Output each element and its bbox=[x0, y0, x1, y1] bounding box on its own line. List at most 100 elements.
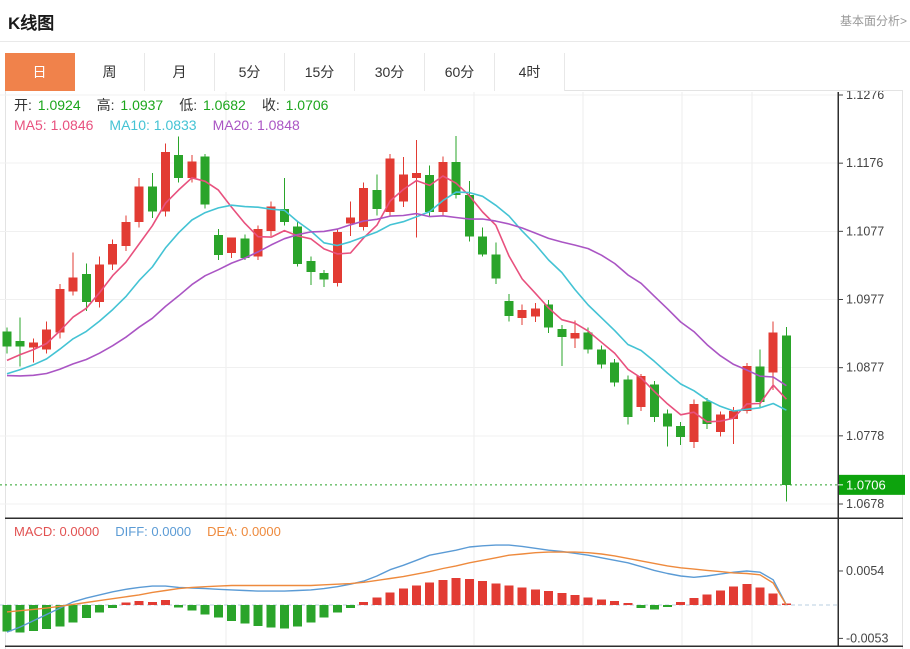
macd-bar bbox=[623, 603, 632, 605]
candle bbox=[187, 161, 196, 177]
legend-ohlc-item: 开: 1.0924 bbox=[14, 97, 81, 113]
candle bbox=[597, 349, 606, 364]
macd-bar bbox=[610, 601, 619, 605]
candle bbox=[782, 336, 791, 485]
macd-bar bbox=[452, 578, 461, 605]
macd-bar bbox=[148, 602, 157, 605]
candle bbox=[438, 162, 447, 212]
macd-bar bbox=[465, 579, 474, 605]
candle bbox=[174, 155, 183, 178]
candle bbox=[531, 308, 540, 316]
legend-ma-item: MA10: 1.0833 bbox=[109, 117, 196, 133]
legend-macd-item: DIFF: 0.0000 bbox=[115, 524, 191, 539]
price-axis-label: 1.0778 bbox=[846, 429, 884, 443]
tab-5分[interactable]: 5分 bbox=[215, 53, 285, 91]
price-axis-label: 1.1077 bbox=[846, 224, 884, 238]
candle bbox=[623, 380, 632, 418]
candle bbox=[769, 332, 778, 372]
macd-bar bbox=[95, 605, 104, 613]
candle bbox=[306, 261, 315, 272]
candle bbox=[676, 426, 685, 437]
macd-bar bbox=[399, 589, 408, 605]
macd-bar bbox=[386, 592, 395, 605]
macd-bar bbox=[504, 585, 513, 605]
candle bbox=[452, 162, 461, 195]
legend-ohlc-item: 收: 1.0706 bbox=[262, 97, 329, 113]
macd-bar bbox=[597, 599, 606, 605]
candle bbox=[386, 159, 395, 212]
macd-bar bbox=[69, 605, 78, 623]
macd-bar bbox=[253, 605, 262, 626]
macd-bar bbox=[227, 605, 236, 621]
legend-macd-item: MACD: 0.0000 bbox=[14, 524, 99, 539]
tab-4时[interactable]: 4时 bbox=[495, 53, 565, 91]
price-axis-label: 1.1176 bbox=[846, 156, 883, 170]
macd-bar bbox=[755, 587, 764, 605]
macd-bar bbox=[82, 605, 91, 618]
macd-bar bbox=[663, 605, 672, 607]
candle bbox=[3, 332, 12, 347]
diff-line bbox=[7, 545, 786, 632]
candle bbox=[372, 190, 381, 209]
candle bbox=[571, 333, 580, 338]
macd-bar bbox=[571, 595, 580, 605]
candle bbox=[412, 173, 421, 178]
legend-macd-item: DEA: 0.0000 bbox=[207, 524, 281, 539]
tab-日[interactable]: 日 bbox=[5, 53, 75, 91]
tab-60分[interactable]: 60分 bbox=[425, 53, 495, 91]
candle bbox=[703, 401, 712, 424]
macd-axis-label: -0.0053 bbox=[846, 631, 888, 645]
macd-bar bbox=[108, 605, 117, 608]
candle bbox=[491, 254, 500, 278]
macd-bar bbox=[729, 587, 738, 605]
macd-bar bbox=[306, 605, 315, 623]
tab-周[interactable]: 周 bbox=[75, 53, 145, 91]
candle bbox=[148, 187, 157, 212]
macd-bar bbox=[201, 605, 210, 614]
candle bbox=[518, 310, 527, 318]
macd-bar bbox=[491, 584, 500, 605]
tab-30分[interactable]: 30分 bbox=[355, 53, 425, 91]
macd-bar bbox=[716, 591, 725, 605]
candle bbox=[425, 175, 434, 212]
price-axis-label: 1.0977 bbox=[846, 293, 884, 307]
macd-axis: 0.0054-0.0053 bbox=[838, 564, 888, 645]
macd-bar bbox=[425, 582, 434, 605]
macd-bar bbox=[676, 602, 685, 605]
macd-bar bbox=[544, 591, 553, 605]
tab-月[interactable]: 月 bbox=[145, 53, 215, 91]
candle bbox=[478, 237, 487, 255]
candle bbox=[108, 244, 117, 265]
candle bbox=[689, 404, 698, 442]
candle bbox=[214, 235, 223, 255]
macd-bar bbox=[742, 584, 751, 605]
macd-bar bbox=[320, 605, 329, 618]
candle bbox=[55, 289, 64, 332]
svg-text:1.0706: 1.0706 bbox=[846, 477, 886, 492]
macd-bar bbox=[584, 597, 593, 605]
candle bbox=[121, 222, 130, 246]
price-axis-label: 1.0877 bbox=[846, 361, 884, 375]
macd-bar bbox=[531, 589, 540, 605]
macd-bar bbox=[161, 600, 170, 605]
candlestick-series bbox=[3, 136, 791, 501]
ohlc-legend: 开: 1.0924高: 1.0937低: 1.0682收: 1.0706 bbox=[14, 95, 344, 115]
candle bbox=[82, 274, 91, 302]
macd-bar bbox=[3, 605, 12, 631]
macd-bar bbox=[214, 605, 223, 618]
macd-bar bbox=[240, 605, 249, 623]
candle bbox=[320, 273, 329, 280]
macd-bar bbox=[769, 594, 778, 605]
candle bbox=[69, 278, 78, 292]
macd-bar bbox=[267, 605, 276, 628]
candle bbox=[29, 343, 38, 348]
macd-bar bbox=[359, 602, 368, 605]
candle bbox=[755, 367, 764, 403]
candle bbox=[557, 329, 566, 337]
macd-bar bbox=[333, 605, 342, 613]
macd-bar bbox=[703, 594, 712, 605]
candle bbox=[610, 362, 619, 382]
macd-bar bbox=[121, 602, 130, 605]
tab-15分[interactable]: 15分 bbox=[285, 53, 355, 91]
macd-legend: MACD: 0.0000 DIFF: 0.0000 DEA: 0.0000 bbox=[14, 524, 297, 539]
